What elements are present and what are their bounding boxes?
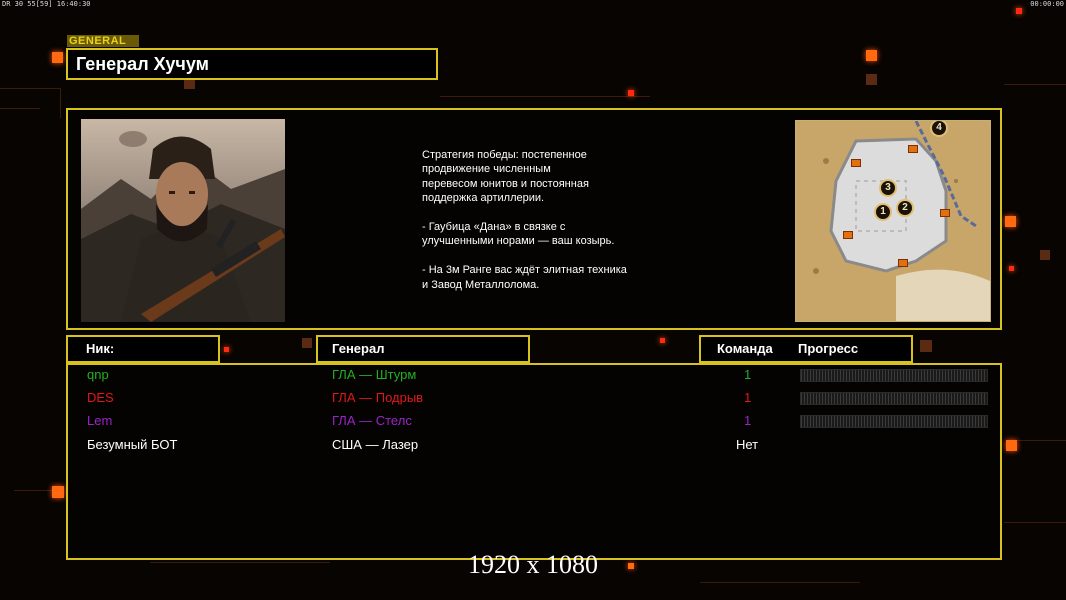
minimap-building: [908, 145, 918, 153]
deco-square: [1040, 250, 1050, 260]
minimap-building: [843, 231, 853, 239]
deco-square: [1006, 440, 1017, 451]
player-general: ГЛА — Стелс: [332, 413, 412, 428]
player-progress-bar: [800, 392, 988, 405]
minimap-building: [851, 159, 861, 167]
header-team-progress: Команда Прогресс: [699, 335, 913, 363]
player-row[interactable]: qnp ГЛА — Штурм 1: [68, 365, 1000, 385]
general-info-panel: Стратегия победы: постепенное продвижени…: [66, 108, 1002, 330]
minimap-start-marker: 1: [874, 203, 892, 221]
header-nick: Ник:: [66, 335, 220, 363]
deco-square: [660, 338, 665, 343]
header-team-label: Команда: [717, 341, 773, 356]
game-clock: 00:00:00: [1030, 0, 1064, 8]
general-portrait: [81, 119, 285, 322]
deco-square: [224, 347, 229, 352]
player-team: 1: [744, 367, 752, 382]
deco-square: [52, 486, 64, 498]
header-progress-label: Прогресс: [798, 341, 859, 356]
header-general-label: Генерал: [332, 341, 385, 356]
minimap-building: [940, 209, 950, 217]
player-nick: Lem: [87, 413, 113, 428]
deco-square: [1005, 216, 1016, 227]
player-row[interactable]: Безумный БОТ США — Лазер Нет: [68, 435, 1000, 455]
deco-square: [52, 52, 63, 63]
deco-square: [1016, 8, 1022, 14]
general-tag: GENERAL: [67, 35, 139, 47]
player-nick: qnp: [87, 367, 109, 382]
player-general: ГЛА — Подрыв: [332, 390, 424, 405]
deco-square: [628, 90, 634, 96]
general-title-box: Генерал Хучум: [66, 48, 438, 80]
minimap-start-marker: 2: [896, 199, 914, 217]
resolution-label: 1920 x 1080: [468, 550, 598, 579]
player-team: 1: [744, 413, 752, 428]
players-list: qnp ГЛА — Штурм 1 DES ГЛА — Подрыв 1 Lem…: [66, 363, 1002, 560]
minimap-start-marker: 3: [879, 179, 897, 197]
general-name: Генерал Хучум: [76, 54, 209, 74]
deco-square: [302, 338, 312, 348]
player-general: ГЛА — Штурм: [332, 367, 417, 382]
deco-square: [866, 74, 877, 85]
header-general: Генерал: [316, 335, 530, 363]
deco-square: [866, 50, 877, 61]
fps-status: DR 30 55[59] 16:40:30: [2, 0, 91, 8]
minimap-building: [898, 259, 908, 267]
header-nick-label: Ник:: [86, 341, 115, 356]
minimap: 1 2 3 4: [795, 120, 991, 322]
deco-square: [1009, 266, 1014, 271]
player-nick: Безумный БОТ: [87, 437, 178, 452]
player-team: Нет: [736, 437, 759, 452]
player-nick: DES: [87, 390, 114, 405]
deco-square: [920, 340, 932, 352]
player-row[interactable]: DES ГЛА — Подрыв 1: [68, 388, 1000, 408]
player-progress-bar: [800, 369, 988, 382]
player-progress-bar: [800, 415, 988, 428]
strategy-text: Стратегия победы: постепенное продвижени…: [422, 149, 627, 291]
player-general: США — Лазер: [332, 437, 419, 452]
player-team: 1: [744, 390, 752, 405]
player-row[interactable]: Lem ГЛА — Стелс 1: [68, 411, 1000, 431]
